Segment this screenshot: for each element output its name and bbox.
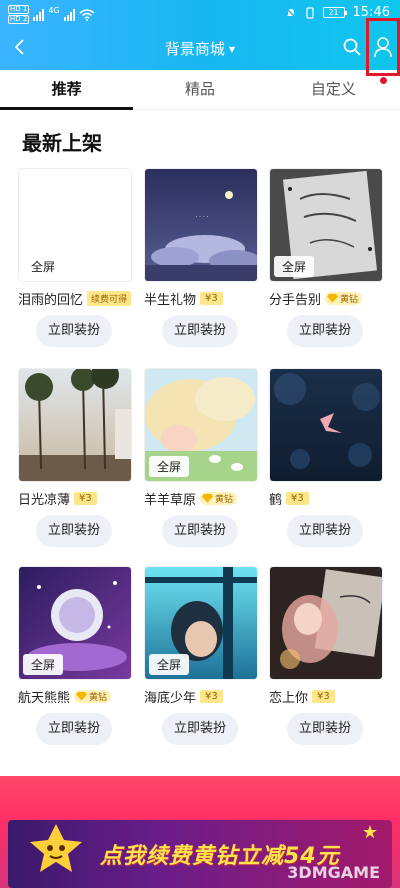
price-tag: ¥3 [312,689,335,703]
price-tag: ¥3 [200,689,223,703]
sim-indicators: HD 1 HD 2 [8,5,30,24]
item-name-row: 羊羊草原 黄钻 [144,489,274,508]
apply-button[interactable]: 立即装扮 [36,515,112,547]
vibrate-icon [305,6,314,19]
dropdown-caret-icon: ▼ [228,45,236,54]
signal-2-icon [63,8,75,21]
vip-tag-label: 黄钻 [89,692,108,703]
full-screen-badge: 全屏 [23,256,64,277]
page-title: 背景商城 [164,40,225,58]
item-name: 半生礼物 [144,292,197,308]
item-thumbnail[interactable]: 全屏 [18,566,132,680]
star-icon: ★ [361,822,378,843]
vip-tag-label: 黄钻 [215,494,234,505]
section-title: 最新上架 [22,131,102,155]
vip-tag-label: 黄钻 [340,294,359,305]
apply-button[interactable]: 立即装扮 [162,315,238,347]
apply-button[interactable]: 立即装扮 [162,515,238,547]
signal-icon [33,8,45,21]
vip-tag: 黄钻 [200,491,238,505]
promo-banner[interactable]: 点我续费黄钻立减54元 ★ 3DMGAME [0,776,400,888]
price-tag: ¥3 [286,491,309,505]
item-name-row: 航天熊熊 黄钻 [18,687,148,706]
item-name-row: 海底少年 ¥3 [144,687,274,706]
watermark: 3DMGAME [287,863,380,882]
nav-bar: 背景商城 ▼ [0,18,400,76]
item-name: 航天熊熊 [18,690,71,706]
sim1-label: HD 1 [8,5,30,14]
wifi-icon [79,8,95,21]
tab-premium[interactable]: 精品 [133,70,266,109]
tab-custom[interactable]: 自定义 [267,70,400,109]
diamond-icon [327,293,339,303]
apply-button[interactable]: 立即装扮 [36,315,112,347]
item-name-row: 日光凉薄 ¥3 [18,489,148,508]
diamond-icon [202,493,214,503]
item-name: 海底少年 [144,690,197,706]
sim2-label: HD 2 [8,15,30,24]
vip-tag: 黄钻 [74,689,112,703]
search-button[interactable] [339,34,365,60]
renewal-tag: 续费可得 [87,290,132,306]
item-thumbnail[interactable] [269,566,383,680]
item-name: 恋上你 [269,690,309,706]
vip-tag: 黄钻 [325,291,363,305]
network-label: 4G [48,6,60,15]
price-tag: ¥3 [74,491,97,505]
item-name-row: 鹤 ¥3 [269,489,399,508]
item-name: 分手告别 [269,292,322,308]
apply-button[interactable]: 立即装扮 [36,713,112,745]
mute-bell-icon [285,6,297,19]
battery-level: 21 [328,8,339,17]
item-name-row: 泪雨的回忆 续费可得 [18,289,148,308]
full-screen-badge: 全屏 [149,456,190,477]
full-screen-badge: 全屏 [274,256,315,277]
status-bar: HD 1 HD 2 4G 21 15:46 [0,0,400,28]
apply-button[interactable]: 立即装扮 [287,515,363,547]
mascot-star-icon [30,824,82,872]
search-icon [343,38,361,56]
item-thumbnail[interactable]: 全屏 [18,168,132,282]
item-thumbnail[interactable]: · · · · [144,168,258,282]
svg-text:· · · ·: · · · · [195,214,208,221]
item-thumbnail[interactable] [269,368,383,482]
apply-button[interactable]: 立即装扮 [287,713,363,745]
item-name: 鹤 [269,492,283,508]
price-tag: ¥3 [200,291,223,305]
item-thumbnail[interactable]: 全屏 [144,566,258,680]
status-left: HD 1 HD 2 4G [8,5,95,24]
item-name-row: 分手告别 黄钻 [269,289,399,308]
item-thumbnail[interactable]: 全屏 [269,168,383,282]
tab-bar: 推荐 精品 自定义 [0,70,400,110]
apply-button[interactable]: 立即装扮 [287,315,363,347]
promo-banner-inner[interactable]: 点我续费黄钻立减54元 ★ 3DMGAME [8,820,392,888]
item-name: 泪雨的回忆 [18,292,84,308]
profile-button[interactable] [366,18,400,76]
item-thumbnail[interactable] [18,368,132,482]
diamond-icon [76,691,88,701]
battery-icon: 21 [322,7,347,18]
item-name-row: 恋上你 ¥3 [269,687,399,706]
item-name: 日光凉薄 [18,492,71,508]
item-thumbnail[interactable]: 全屏 [144,368,258,482]
full-screen-badge: 全屏 [23,654,64,675]
user-icon [374,37,392,58]
full-screen-badge: 全屏 [149,654,190,675]
item-name: 羊羊草原 [144,492,197,508]
tab-recommended[interactable]: 推荐 [0,70,134,110]
apply-button[interactable]: 立即装扮 [162,713,238,745]
item-name-row: 半生礼物 ¥3 [144,289,274,308]
